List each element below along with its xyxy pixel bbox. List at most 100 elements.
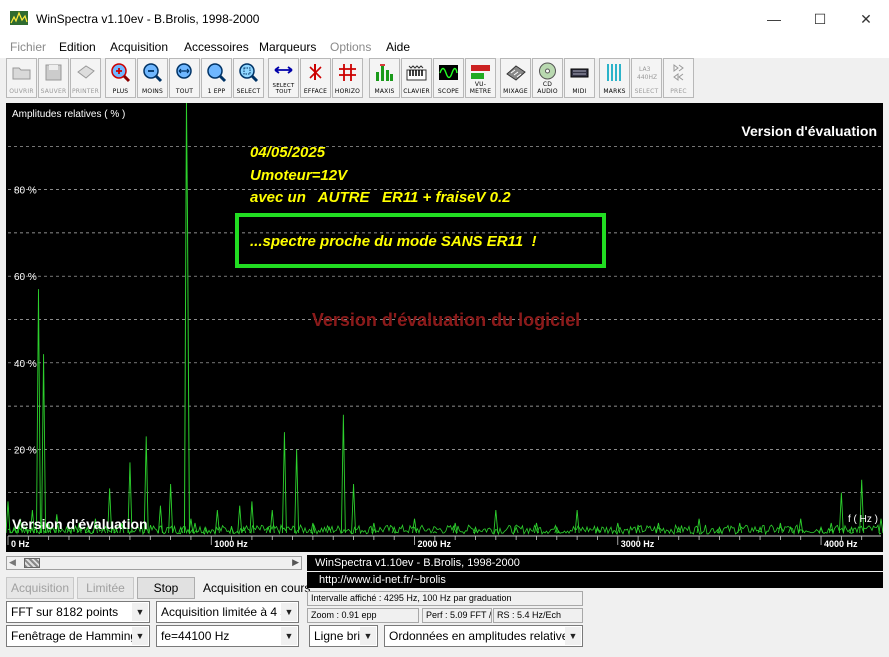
zoom-all-icon (176, 63, 192, 79)
y-tick-label: 40 % (14, 359, 37, 370)
spectrum-peak (229, 525, 235, 534)
menu-options[interactable]: Options (330, 40, 371, 54)
printer-button[interactable]: PRINTER (70, 58, 101, 98)
zoom-plus-button[interactable]: PLUS (105, 58, 136, 98)
select-all-button[interactable]: SELECT TOUT (268, 58, 299, 98)
zoom-1-epp-button[interactable]: 1 EPP (201, 58, 232, 98)
spectrum-plot[interactable]: 80 % 60 % 40 % 20 % 0 Hz 1000 Hz 2000 Hz 3000 H… (6, 103, 883, 552)
watermark-center: Version d'évaluation du logiciel (312, 310, 580, 330)
title-bar: WinSpectra v1.10ev - B.Brolis, 1998-2000… (0, 0, 889, 39)
acquisition-status: Acquisition en cours (203, 581, 311, 595)
spectrum-peak (294, 449, 300, 534)
save-button[interactable]: SAUVER (38, 58, 69, 98)
zoom-minus-button[interactable]: MOINS (137, 58, 168, 98)
annotation-boxed-note: ...spectre proche du mode SANS ER11 ! (250, 233, 536, 250)
mixage-button[interactable]: MIXAGE (500, 58, 531, 98)
window-title: WinSpectra v1.10ev - B.Brolis, 1998-2000 (36, 12, 260, 26)
menu-fichier[interactable]: Fichier (10, 40, 46, 54)
folder-icon (12, 67, 31, 80)
zoom-select-icon (239, 63, 259, 83)
menu-aide[interactable]: Aide (386, 40, 410, 54)
close-button[interactable]: ✕ (843, 0, 889, 38)
menu-acquisition[interactable]: Acquisition (110, 40, 168, 54)
printer-icon (77, 65, 95, 79)
spectrum-peak (635, 525, 641, 534)
prev-icon (673, 64, 684, 81)
zoom-1-icon (207, 63, 227, 83)
spectrum-peak (777, 522, 783, 534)
sample-rate-select[interactable]: fe=44100 Hz ▼ (156, 625, 299, 647)
spectrum-peak (574, 509, 580, 534)
ordinate-mode-select[interactable]: Ordonnées en amplitudes relatives ▼ (384, 625, 583, 647)
clavier-button[interactable]: CLAVIER (401, 58, 432, 98)
spectrum-peak (36, 289, 41, 534)
select-disabled-icon: LA3440HZ (637, 66, 657, 81)
line-style-select[interactable]: Ligne bris ▼ (309, 625, 378, 647)
acquisition-button[interactable]: Acquisition (6, 577, 74, 599)
limitee-button[interactable]: Limitée (77, 577, 134, 599)
cd-icon (539, 62, 556, 80)
x-tick-label: 2000 Hz (418, 539, 452, 549)
zoom-in-icon (111, 63, 131, 83)
zoom-all-button[interactable]: TOUT (169, 58, 200, 98)
marks-icon (607, 64, 621, 81)
perf-info: Perf : 5.09 FFT / s (422, 608, 492, 623)
chevron-down-icon: ▼ (565, 627, 581, 645)
mixer-icon (506, 65, 526, 81)
scroll-left-icon[interactable]: ◀ (9, 557, 16, 568)
oscilloscope-icon (439, 65, 458, 80)
stop-button[interactable]: Stop (137, 577, 195, 599)
y-tick-label: 60 % (14, 272, 37, 283)
zoom-select-button[interactable]: SELECT (233, 58, 264, 98)
spectrum-peak (340, 414, 346, 534)
horizontal-scrollbar[interactable]: ◀ ▶ (6, 556, 302, 570)
scroll-right-icon[interactable]: ▶ (292, 557, 299, 568)
menu-bar: Fichier Edition Acquisition Accessoires … (0, 38, 889, 58)
chevron-down-icon: ▼ (360, 627, 376, 645)
menu-accessoires[interactable]: Accessoires (184, 40, 249, 54)
cd-audio-button[interactable]: CD AUDIO (532, 58, 563, 98)
efface-button[interactable]: EFFACE (300, 58, 331, 98)
maximize-button[interactable]: ☐ (797, 0, 843, 38)
spectrum-peak (326, 525, 332, 534)
horizo-button[interactable]: HORIZO (332, 58, 363, 98)
open-button[interactable]: OUVRIR (6, 58, 37, 98)
chevron-down-icon: ▼ (281, 627, 297, 645)
watermark-bottom: Version d'évaluation (12, 516, 148, 532)
spectrum-chart: 80 % 60 % 40 % 20 % 0 Hz 1000 Hz 2000 Hz 3000 H… (6, 103, 883, 549)
select-all-arrows-icon (274, 66, 293, 74)
spectrum-peak (351, 484, 356, 534)
chevron-down-icon: ▼ (281, 603, 297, 621)
vu-metre-button[interactable]: VU-METRE (465, 58, 496, 98)
marks-button[interactable]: MARKS (599, 58, 630, 98)
window-function-select[interactable]: Fenêtrage de Hamming ▼ (6, 625, 150, 647)
acquisition-limit-select[interactable]: Acquisition limitée à 4 s ▼ (156, 601, 299, 623)
scope-button[interactable]: SCOPE (433, 58, 464, 98)
spectrum-peak (818, 525, 824, 534)
rs-info: RS : 5.4 Hz/Ech (493, 608, 583, 623)
x-tick-label: 0 Hz (11, 539, 30, 549)
spectrum-peak (412, 518, 417, 534)
spectrum-peak (237, 505, 243, 534)
maxis-button[interactable]: MAXIS (369, 58, 400, 98)
url-bar[interactable]: http://www.id-net.fr/~brolis (307, 572, 883, 588)
zoom-out-icon (143, 63, 163, 83)
chevron-down-icon: ▼ (132, 627, 148, 645)
horizontal-grid-icon (339, 64, 356, 81)
erase-icon (309, 64, 322, 80)
spectrum-peak (859, 479, 865, 534)
url-link[interactable]: http://www.id-net.fr/~brolis (307, 574, 446, 586)
fft-points-select[interactable]: FFT sur 8182 points ▼ (6, 601, 150, 623)
menu-marqueurs[interactable]: Marqueurs (259, 40, 316, 54)
spectrum-peak (452, 522, 458, 534)
y-tick-label: 80 % (14, 186, 37, 197)
select-marks-button[interactable]: LA3 440HZ SELECT (631, 58, 662, 98)
prec-button[interactable]: PREC (663, 58, 694, 98)
menu-edition[interactable]: Edition (59, 40, 96, 54)
minimize-button[interactable]: — (751, 0, 797, 38)
zoom-info: Zoom : 0.91 epp (307, 608, 419, 623)
spectrum-peak (168, 484, 174, 534)
spectrum-peak (41, 354, 47, 534)
scroll-thumb[interactable] (24, 558, 40, 568)
midi-button[interactable]: MIDI (564, 58, 595, 98)
